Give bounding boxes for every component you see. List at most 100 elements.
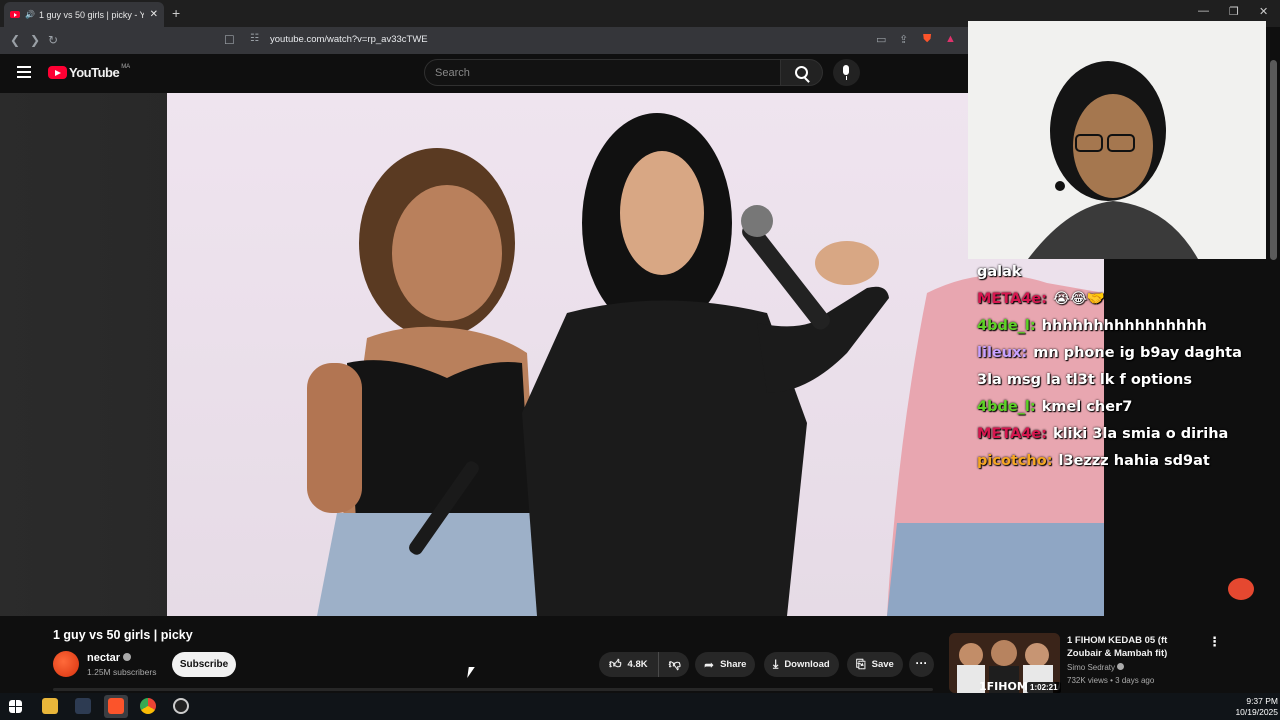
verified-icon — [123, 653, 132, 661]
system-clock[interactable]: 9:37 PM 10/19/2025 — [1232, 696, 1278, 718]
chat-username: META4e: — [977, 426, 1048, 442]
start-icon[interactable] — [9, 700, 22, 713]
recommended-channel-text[interactable]: Simo Sedraty — [1067, 663, 1115, 672]
logo-text: YouTube — [69, 65, 120, 80]
chat-username: META4e: — [977, 291, 1048, 307]
like-dislike-group: 👍︎ 4.8K 👎︎ — [599, 652, 689, 677]
page-scrollbar[interactable] — [1270, 60, 1277, 260]
download-label: Download — [784, 659, 830, 670]
recommended-meta: 732K views • 3 days ago — [1067, 676, 1155, 685]
mic-head — [741, 205, 773, 237]
screen: 🔊 1 guy vs 50 girls | picky - You ✕ + — … — [0, 0, 1280, 720]
file-explorer-icon[interactable] — [42, 698, 58, 714]
chat-text: galak — [977, 264, 1022, 280]
brave-shield-icon[interactable]: ⛊ — [923, 33, 931, 46]
chat-username: lileux: — [977, 345, 1028, 361]
share-button[interactable]: ➦ Share — [695, 652, 756, 677]
more-actions-button[interactable]: ··· — [909, 652, 934, 677]
browser-toolbar: ❮ ❯ ↻ ☐ ☷ youtube.com/watch?v=rp_av33cTW… — [0, 27, 968, 54]
forward-icon[interactable]: ❯ — [30, 33, 40, 47]
maximize-icon[interactable]: ❐ — [1229, 5, 1239, 18]
minimize-icon[interactable]: — — [1198, 5, 1209, 17]
chat-message: 4bde_l: hhhhhhhhhhhhhhhh — [977, 313, 1277, 340]
clock-date: 10/19/2025 — [1235, 707, 1278, 717]
app-icon[interactable] — [75, 698, 91, 714]
save-button[interactable]: ⎘ Save — [847, 652, 903, 677]
share-label: Share — [720, 659, 747, 670]
country-code: MA — [121, 63, 131, 70]
chat-message: lileux: mn phone ig b9ay daghta — [977, 340, 1277, 367]
bookmark-save-icon: ⎘ — [856, 657, 866, 671]
chat-message: 4bde_l: kmel cher7 — [977, 394, 1277, 421]
site-info-icon[interactable]: ☷ — [250, 33, 259, 44]
window-close-icon[interactable]: ✕ — [1259, 5, 1268, 18]
channel-name-text[interactable]: nectar — [87, 652, 120, 664]
like-button[interactable]: 👍︎ 4.8K — [599, 652, 659, 677]
channel-name[interactable]: nectar — [87, 652, 132, 664]
verified-icon — [1117, 663, 1125, 670]
youtube-header: YouTube MA — [0, 54, 968, 93]
brave-rewards-icon[interactable]: ▲ — [945, 33, 956, 45]
like-count: 4.8K — [627, 659, 648, 670]
video-title: 1 guy vs 50 girls | picky — [53, 628, 193, 642]
address-bar[interactable]: youtube.com/watch?v=rp_av33cTWE — [270, 34, 428, 45]
share-page-icon[interactable]: ⇪ — [899, 33, 908, 46]
chat-text: l3ezzz hahia sd9at — [1058, 453, 1210, 469]
microphone-icon[interactable] — [833, 59, 860, 86]
obs-icon[interactable] — [173, 698, 189, 714]
subscriber-count: 1.25M subscribers — [87, 667, 157, 677]
thumbs-down-icon[interactable]: 👎︎ — [659, 657, 691, 672]
chat-message: galak — [977, 259, 1277, 286]
chat-message: META4e: 😭😂🤝 — [977, 286, 1277, 313]
chat-text: kmel cher7 — [1041, 399, 1133, 415]
search-icon[interactable] — [781, 59, 823, 86]
clock-time: 9:37 PM — [1246, 696, 1278, 706]
chat-username: 4bde_l: — [977, 399, 1036, 415]
chat-text: 😭😂🤝 — [1053, 291, 1105, 307]
brave-icon[interactable] — [108, 698, 124, 714]
download-button[interactable]: ⤓ Download — [764, 652, 839, 677]
bookmark-icon[interactable]: ☐ — [224, 33, 235, 47]
download-icon: ⤓ — [773, 657, 779, 671]
search-box — [424, 59, 781, 86]
description-box-edge — [53, 688, 933, 691]
menu-icon[interactable] — [17, 66, 31, 78]
youtube-logo[interactable]: YouTube MA — [48, 63, 131, 80]
chat-username: 4bde_l: — [977, 318, 1036, 334]
speaker-icon[interactable]: 🔊 — [25, 10, 35, 19]
save-label: Save — [871, 659, 894, 670]
thumbs-up-icon: 👍︎ — [609, 657, 622, 671]
video-player[interactable] — [167, 93, 1104, 616]
chat-text: kliki 3la smia o diriha — [1053, 426, 1229, 442]
chat-text: hhhhhhhhhhhhhhhh — [1041, 318, 1207, 334]
chat-message: picotcho: l3ezzz hahia sd9at — [977, 448, 1277, 475]
search-input[interactable] — [425, 60, 780, 85]
taskbar — [0, 693, 1280, 720]
chat-text: mn phone ig b9ay daghta — [1033, 345, 1242, 361]
back-icon[interactable]: ❮ — [10, 33, 20, 47]
recommended-duration: 1:02:21 — [1027, 682, 1061, 693]
new-tab-button[interactable]: + — [172, 5, 180, 21]
kebab-menu-icon[interactable]: ⋮ — [1208, 634, 1221, 650]
chrome-icon[interactable] — [140, 698, 156, 714]
emote-icon — [1228, 578, 1254, 600]
channel-avatar[interactable] — [53, 651, 79, 677]
streamer-webcam — [968, 21, 1266, 259]
recommended-channel[interactable]: Simo Sedraty — [1067, 663, 1125, 672]
cast-icon[interactable]: ▭ — [876, 33, 886, 46]
tab-close-icon[interactable]: ✕ — [150, 9, 158, 20]
chat-username: picotcho: — [977, 453, 1053, 469]
video-frame — [167, 93, 1104, 616]
youtube-play-icon — [48, 66, 67, 79]
webcam-overlay — [968, 21, 1266, 259]
share-icon: ➦ — [704, 657, 715, 672]
reload-icon[interactable]: ↻ — [48, 33, 58, 47]
subscribe-button[interactable]: Subscribe — [172, 652, 236, 677]
chat-message: 3la msg la tl3t lk f options — [977, 367, 1277, 394]
chat-text: 3la msg la tl3t lk f options — [977, 372, 1193, 388]
youtube-favicon-icon — [10, 11, 20, 18]
tab-title: 1 guy vs 50 girls | picky - You — [38, 9, 144, 20]
recommended-title[interactable]: 1 FIHOM KEDAB 05 (ft Zoubair & Mambah fi… — [1067, 634, 1202, 660]
browser-tab[interactable]: 🔊 1 guy vs 50 girls | picky - You ✕ — [4, 2, 164, 27]
chat-message: META4e: kliki 3la smia o diriha — [977, 421, 1277, 448]
